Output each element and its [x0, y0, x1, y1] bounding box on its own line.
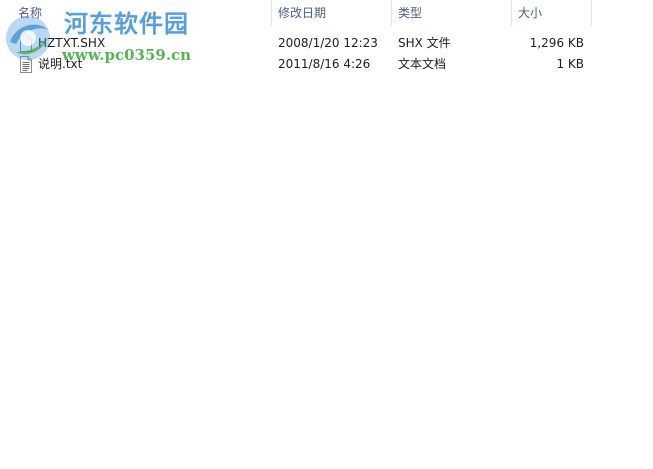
- file-date: 2011/8/16 4:26: [278, 57, 371, 71]
- column-header-bar: 名称 ^ 修改日期 类型 大小: [0, 0, 592, 26]
- column-header-name[interactable]: 名称 ^: [12, 0, 272, 26]
- column-header-size[interactable]: 大小: [512, 0, 592, 26]
- file-type: 文本文档: [398, 57, 447, 71]
- file-list-view: 名称 ^ 修改日期 类型 大小 HZTXT.SHX 2008/1/20 12:2…: [0, 0, 653, 469]
- column-header-type[interactable]: 类型: [392, 0, 512, 26]
- file-name: 说明.txt: [38, 57, 83, 71]
- file-row[interactable]: HZTXT.SHX 2008/1/20 12:23 SHX 文件 1,296 K…: [0, 33, 592, 54]
- sort-ascending-icon: ^: [146, 0, 154, 4]
- column-header-type-label: 类型: [398, 6, 423, 20]
- generic-file-icon: [18, 35, 34, 52]
- file-name: HZTXT.SHX: [38, 36, 106, 50]
- column-header-name-label: 名称: [18, 6, 43, 20]
- file-date: 2008/1/20 12:23: [278, 36, 378, 50]
- file-row[interactable]: 说明.txt 2011/8/16 4:26 文本文档 1 KB: [0, 54, 592, 75]
- column-header-date-label: 修改日期: [278, 6, 327, 20]
- text-document-icon: [18, 56, 34, 73]
- file-size: 1 KB: [556, 57, 584, 71]
- column-header-size-label: 大小: [518, 6, 543, 20]
- file-size: 1,296 KB: [529, 36, 584, 50]
- file-type: SHX 文件: [398, 36, 451, 50]
- column-header-date[interactable]: 修改日期: [272, 0, 392, 26]
